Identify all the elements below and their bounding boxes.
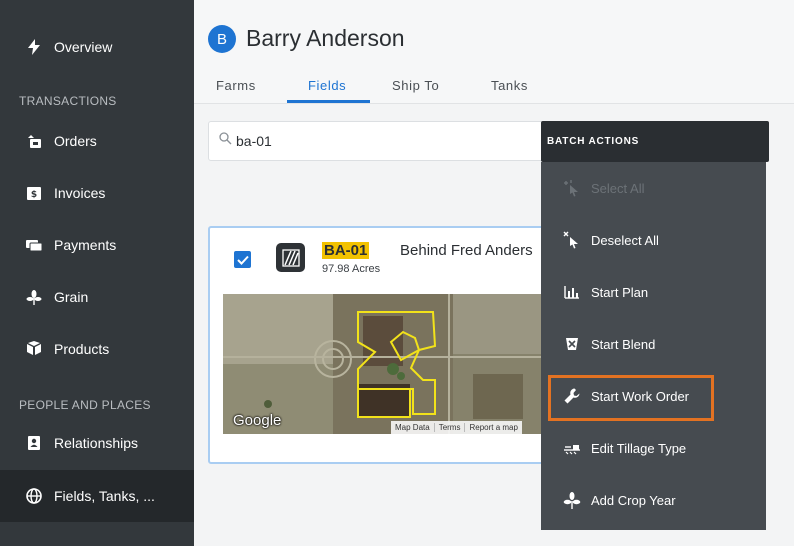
- blend-icon: [563, 335, 581, 353]
- svg-text:$: $: [31, 190, 37, 200]
- field-checkbox[interactable]: [234, 251, 251, 268]
- batch-actions-list: Select All Deselect All Start Plan Start…: [541, 162, 766, 530]
- section-people-places: PEOPLE AND PLACES: [19, 398, 151, 412]
- map-attribution: Map Data Terms Report a map: [391, 421, 522, 434]
- start-plan-item[interactable]: Start Plan: [541, 266, 766, 318]
- nav-products[interactable]: Products: [0, 324, 194, 374]
- nav-label: Orders: [54, 133, 97, 149]
- nav-grain[interactable]: Grain: [0, 272, 194, 322]
- nav-payments[interactable]: Payments: [0, 220, 194, 270]
- products-icon: [26, 341, 42, 357]
- nav-label: Payments: [54, 237, 117, 253]
- map-data-link[interactable]: Map Data: [391, 423, 435, 432]
- start-blend-item[interactable]: Start Blend: [541, 318, 766, 370]
- nav-label: Invoices: [54, 185, 106, 201]
- avatar: B: [208, 25, 236, 53]
- payments-icon: [26, 237, 42, 253]
- add-crop-year-label: Add Crop Year: [591, 492, 676, 508]
- tab-ship-to[interactable]: Ship To: [392, 78, 439, 93]
- select-all-item: Select All: [541, 162, 766, 214]
- start-plan-label: Start Plan: [591, 284, 649, 300]
- page-title: Barry Anderson: [246, 25, 405, 51]
- sprout-icon: [563, 491, 581, 509]
- nav-label: Relationships: [54, 435, 139, 451]
- nav-label: Fields, Tanks, ...: [54, 488, 155, 504]
- tab-fields[interactable]: Fields: [308, 78, 346, 93]
- search-input[interactable]: [236, 133, 536, 149]
- field-card[interactable]: BA-01 97.98 Acres Behind Fred Anders Goo…: [208, 226, 588, 464]
- nav-orders[interactable]: Orders: [0, 116, 194, 166]
- search-icon: [219, 132, 232, 150]
- active-tab-indicator: [287, 100, 370, 103]
- section-transactions: TRANSACTIONS: [19, 94, 117, 108]
- invoice-icon: $: [26, 185, 42, 201]
- highlight-box: [548, 375, 714, 421]
- add-crop-year-item[interactable]: Add Crop Year: [541, 474, 766, 526]
- tab-tanks[interactable]: Tanks: [491, 78, 528, 93]
- nav-label: Grain: [54, 289, 89, 305]
- terms-link[interactable]: Terms: [435, 423, 466, 432]
- report-map-link[interactable]: Report a map: [465, 423, 521, 432]
- nav-label: Products: [54, 341, 110, 357]
- field-acres: 97.98 Acres: [322, 263, 381, 275]
- field-map[interactable]: Google Map Data Terms Report a map: [223, 294, 586, 434]
- search-box[interactable]: [208, 121, 588, 161]
- google-logo: Google: [233, 412, 282, 429]
- deselect-all-item[interactable]: Deselect All: [541, 214, 766, 266]
- nav-relationships[interactable]: Relationships: [0, 418, 194, 468]
- edit-tillage-type-item[interactable]: Edit Tillage Type: [541, 422, 766, 474]
- batch-actions-menu: BATCH ACTIONS Select All Deselect All St…: [541, 121, 769, 530]
- tillage-icon: [563, 439, 581, 457]
- contacts-icon: [26, 435, 42, 451]
- bolt-icon: [26, 39, 42, 55]
- field-description: Behind Fred Anders: [400, 242, 533, 259]
- start-blend-label: Start Blend: [591, 336, 656, 352]
- select-all-label: Select All: [591, 180, 645, 196]
- nav-invoices[interactable]: $ Invoices: [0, 168, 194, 218]
- field-name[interactable]: BA-01: [322, 242, 370, 259]
- check-icon: [236, 255, 249, 265]
- tab-farms[interactable]: Farms: [216, 78, 256, 93]
- batch-actions-title: BATCH ACTIONS: [541, 121, 769, 162]
- deselect-icon: [563, 231, 581, 249]
- deselect-all-label: Deselect All: [591, 232, 659, 248]
- select-all-icon: [563, 179, 581, 197]
- nav-fields-tanks[interactable]: Fields, Tanks, ...: [0, 470, 194, 522]
- nav-label: Overview: [54, 39, 113, 55]
- edit-tillage-type-label: Edit Tillage Type: [591, 440, 687, 456]
- grain-icon: [26, 289, 42, 305]
- page-header: B Barry Anderson Farms Fields Ship To Ta…: [194, 0, 794, 104]
- globe-icon: [26, 488, 42, 504]
- chart-icon: [563, 283, 581, 301]
- sidebar: Overview TRANSACTIONS Orders $ Invoices …: [0, 0, 194, 546]
- field-icon: [276, 243, 305, 272]
- orders-icon: [26, 133, 42, 149]
- nav-overview[interactable]: Overview: [0, 22, 194, 72]
